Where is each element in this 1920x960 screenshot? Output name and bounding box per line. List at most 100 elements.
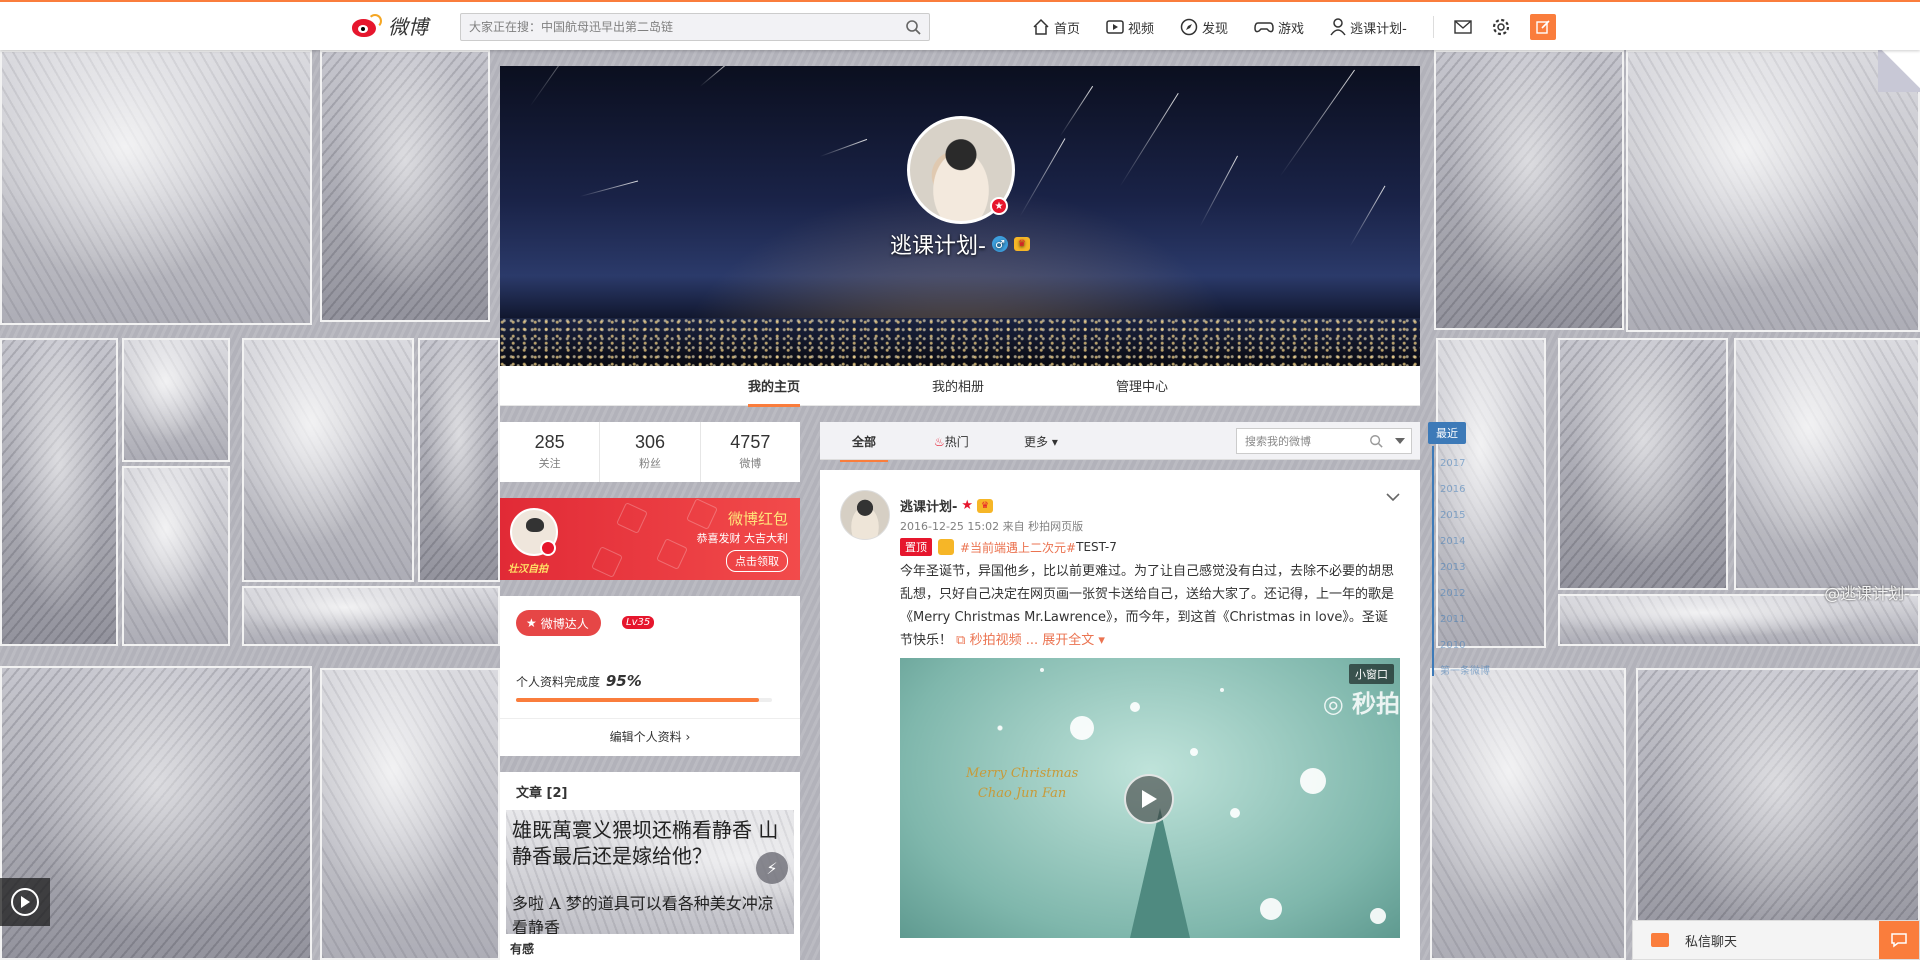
red-envelope-title: 微博红包 bbox=[727, 510, 788, 528]
vip-crown-icon[interactable]: ♛ bbox=[977, 498, 994, 513]
articles-header[interactable]: 文章 [2] bbox=[516, 782, 567, 801]
feed-tab-all[interactable]: 全部 bbox=[839, 433, 889, 462]
bg-panel bbox=[1430, 668, 1626, 960]
timeline-year[interactable]: 2014 bbox=[1440, 536, 1465, 547]
private-chat-bar[interactable]: 私信聊天 bbox=[1632, 920, 1920, 960]
global-search-input[interactable] bbox=[461, 14, 891, 40]
feed-tab-label: 更多 bbox=[1024, 435, 1049, 449]
chat-bubble-button[interactable] bbox=[1879, 921, 1919, 959]
completeness-value: 95% bbox=[605, 672, 642, 690]
settings-button[interactable] bbox=[1492, 18, 1510, 36]
post-author-avatar[interactable] bbox=[840, 490, 890, 540]
timeline-first-post[interactable]: 第一条微博 bbox=[1440, 662, 1490, 677]
pinned-badge: 置顶 bbox=[900, 538, 932, 556]
video-play-button[interactable] bbox=[1124, 774, 1174, 824]
nav-item-home[interactable]: 首页 bbox=[1032, 18, 1080, 37]
bg-panel bbox=[1558, 338, 1728, 590]
video-watermark: ◎ 秒拍 bbox=[1322, 690, 1400, 718]
nav-item-video[interactable]: 视频 bbox=[1106, 18, 1154, 37]
timeline-year[interactable]: 2015 bbox=[1440, 510, 1465, 521]
video-link[interactable]: ⧉ 秒拍视频 bbox=[956, 633, 1021, 648]
completeness-progress-fill bbox=[516, 698, 760, 702]
post-options-chevron-icon[interactable] bbox=[1386, 492, 1400, 502]
timeline-current[interactable]: 最近 bbox=[1428, 422, 1466, 444]
nav-label: 视频 bbox=[1128, 21, 1155, 37]
compose-button[interactable] bbox=[1529, 14, 1556, 40]
feed-tab-hot[interactable]: ♨热门 bbox=[934, 433, 969, 450]
article-text-line: 静香最后还是嫁给他？ bbox=[512, 844, 712, 868]
nav-item-discover[interactable]: 发现 bbox=[1180, 18, 1228, 37]
chat-bubble-icon bbox=[1891, 933, 1907, 948]
post-video-player[interactable]: Merry Christmas Chao Jun Fan 小窗口 ◎ 秒拍 bbox=[900, 658, 1400, 938]
lightning-icon[interactable]: ⚡ bbox=[756, 852, 788, 884]
timeline-year[interactable]: 2016 bbox=[1440, 484, 1465, 495]
tab-my-home[interactable]: 我的主页 bbox=[748, 376, 801, 407]
feed-filter-tabs: 全部 ♨热门 更多 ▾ bbox=[820, 422, 1420, 462]
feed-post: 逃课计划- ★ ♛ 2016-12-25 15:02 来自 秒拍网页版 置顶 #… bbox=[820, 470, 1420, 960]
red-envelope-tag: 壮汉自拍 bbox=[508, 564, 548, 575]
star-icon: ★ bbox=[526, 616, 537, 630]
messages-button[interactable] bbox=[1454, 20, 1472, 34]
search-dropdown-icon[interactable] bbox=[1395, 438, 1405, 444]
nav-label: 逃课计划- bbox=[1350, 21, 1407, 37]
profile-completeness: 个人资料完成度 95% bbox=[516, 672, 642, 690]
weibo-eye-icon bbox=[350, 13, 384, 38]
tab-admin-center[interactable]: 管理中心 bbox=[1116, 376, 1168, 395]
search-icon[interactable] bbox=[1369, 434, 1383, 448]
expand-full-text-link[interactable]: ... 展开全文 ▾ bbox=[1026, 633, 1105, 648]
topic-link[interactable]: #当前端遇上二次元# bbox=[960, 539, 1076, 556]
tab-my-album[interactable]: 我的相册 bbox=[932, 376, 984, 395]
profile-avatar[interactable]: ★ bbox=[907, 116, 1015, 224]
bg-panel bbox=[1734, 338, 1920, 590]
nav-label: 发现 bbox=[1202, 21, 1229, 37]
post-meta[interactable]: 2016-12-25 15:02 来自 秒拍网页版 bbox=[900, 518, 1083, 534]
search-icon[interactable] bbox=[905, 19, 921, 35]
mini-window-button[interactable]: 小窗口 bbox=[1349, 664, 1394, 684]
weibo-expert-badge[interactable]: ★ 微博达人 bbox=[516, 610, 601, 636]
bg-panel bbox=[122, 466, 230, 646]
post-author-name[interactable]: 逃课计划- bbox=[900, 496, 957, 515]
feed-tab-more[interactable]: 更多 ▾ bbox=[1024, 433, 1058, 450]
verified-star-icon: ★ bbox=[990, 197, 1008, 215]
edit-profile-link[interactable]: 编辑个人资料 › bbox=[500, 718, 800, 756]
edit-icon bbox=[1536, 20, 1550, 34]
post-timeline: 最近 2017 2016 2015 2014 2013 2012 2011 20… bbox=[1428, 422, 1498, 692]
stat-value: 4757 bbox=[730, 432, 771, 452]
topic-suffix: TEST-7 bbox=[1076, 540, 1117, 554]
gender-male-icon: ♂ bbox=[991, 236, 1008, 252]
stat-label: 关注 bbox=[538, 457, 561, 470]
weibo-logo[interactable]: 微博 bbox=[350, 11, 428, 40]
bg-panel bbox=[242, 338, 414, 582]
vip-crown-icon[interactable]: ♛ bbox=[1013, 237, 1030, 251]
timeline-year[interactable]: 2013 bbox=[1440, 562, 1465, 573]
timeline-year[interactable]: 2010 bbox=[1440, 640, 1465, 651]
completeness-label: 个人资料完成度 bbox=[516, 675, 601, 689]
feed-search-input[interactable] bbox=[1237, 429, 1367, 453]
user-level-badge[interactable]: Lv35 bbox=[622, 616, 655, 629]
chevron-right-icon: › bbox=[685, 730, 691, 744]
profile-tabs: 我的主页 我的相册 管理中心 bbox=[500, 366, 1420, 407]
timeline-year[interactable]: 2012 bbox=[1440, 588, 1465, 599]
stat-posts[interactable]: 4757 微博 bbox=[701, 422, 800, 482]
timeline-year[interactable]: 2017 bbox=[1440, 458, 1465, 469]
nav-item-profile[interactable]: 逃课计划- bbox=[1330, 18, 1407, 37]
red-envelope-banner[interactable]: 壮汉自拍 微博红包 恭喜发财 大吉大利 点击领取 bbox=[500, 498, 800, 580]
feed-tab-label: 热门 bbox=[944, 435, 969, 449]
article-text-line: 看静香 bbox=[512, 918, 561, 934]
bg-panel bbox=[320, 50, 490, 322]
home-icon bbox=[1033, 18, 1049, 35]
page-corner-fold[interactable] bbox=[1878, 50, 1920, 92]
gear-icon bbox=[1492, 18, 1509, 36]
stat-following[interactable]: 285 关注 bbox=[500, 422, 601, 482]
bg-panel bbox=[418, 338, 500, 582]
post-author-row: 逃课计划- ★ ♛ bbox=[900, 496, 994, 515]
nav-item-games[interactable]: 游戏 bbox=[1254, 18, 1304, 37]
gamepad-icon bbox=[1254, 22, 1274, 33]
music-player-button[interactable] bbox=[0, 878, 50, 926]
stat-followers[interactable]: 306 粉丝 bbox=[600, 422, 701, 482]
nav-label: 游戏 bbox=[1278, 21, 1305, 37]
article-thumbnail[interactable]: 雄既萬寰义猥坝还椭看静香 山 静香最后还是嫁给他？ 多啦 A 梦的道具可以看各种… bbox=[506, 810, 794, 934]
feed-search bbox=[1236, 428, 1412, 454]
claim-button[interactable]: 点击领取 bbox=[726, 550, 788, 572]
timeline-year[interactable]: 2011 bbox=[1440, 614, 1465, 625]
